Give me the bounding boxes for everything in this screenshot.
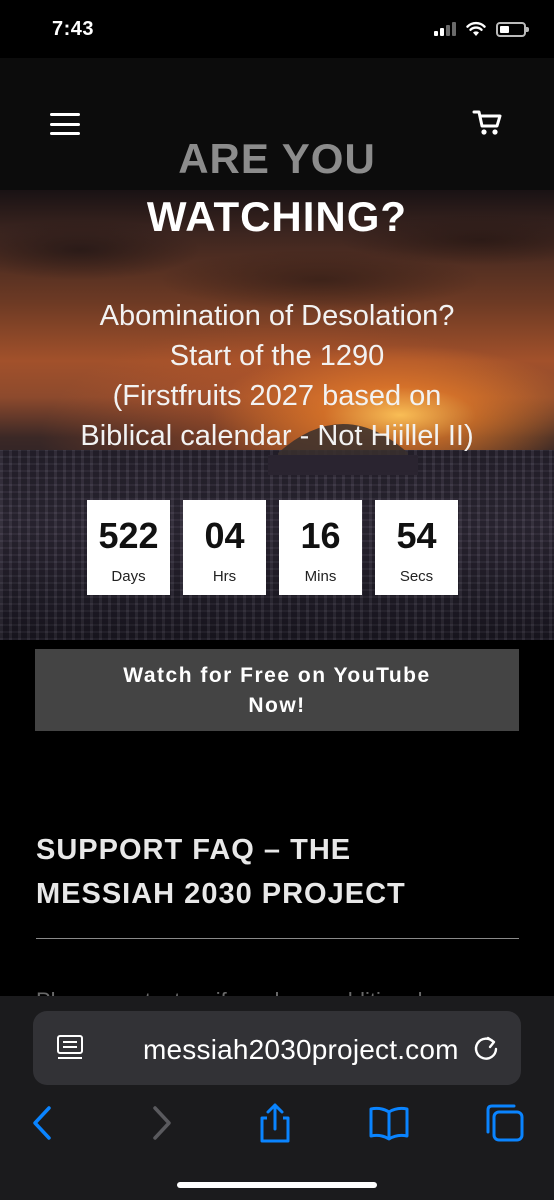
countdown-hours: 04 Hrs <box>183 500 266 595</box>
countdown-label: Secs <box>399 568 434 585</box>
countdown-value: 04 <box>204 515 245 556</box>
cta-label-line2: Now! <box>248 694 306 717</box>
status-bar: 7:43 <box>0 0 554 58</box>
tabs-icon[interactable] <box>484 1102 526 1144</box>
faq-heading-line2: MESSIAH 2030 PROJECT <box>36 878 406 910</box>
hero-title-line1: ARE YOU <box>178 135 376 182</box>
cellular-signal-icon <box>434 22 456 36</box>
hero-subtitle-line: Biblical calendar - Not Hiillel II) <box>80 420 474 452</box>
countdown-label: Days <box>111 568 146 585</box>
browser-toolbar: messiah2030project.com <box>0 996 554 1200</box>
status-icons <box>434 21 529 37</box>
countdown-timer: 522 Days 04 Hrs 16 Mins 54 Secs <box>87 500 458 595</box>
countdown-value: 16 <box>300 515 341 556</box>
faq-heading-line1: SUPPORT FAQ – THE <box>36 834 352 866</box>
page-menu-icon[interactable] <box>55 1033 85 1063</box>
forward-icon[interactable] <box>140 1102 182 1144</box>
home-indicator <box>177 1182 377 1188</box>
bookmarks-icon[interactable] <box>368 1102 410 1144</box>
wifi-icon <box>466 21 486 36</box>
faq-heading: SUPPORT FAQ – THE MESSIAH 2030 PROJECT <box>36 828 496 916</box>
share-icon[interactable] <box>254 1102 296 1144</box>
faq-divider <box>36 938 519 939</box>
hamburger-menu-icon[interactable] <box>50 113 80 135</box>
hero-subtitle-line: Abomination of Desolation? <box>99 300 455 332</box>
hero-subtitle-line: (Firstfruits 2027 based on <box>112 380 442 412</box>
shopping-cart-icon[interactable] <box>472 108 504 138</box>
cta-label-line1: Watch for Free on YouTube <box>123 664 431 687</box>
countdown-seconds: 54 Secs <box>375 500 458 595</box>
watch-youtube-button[interactable]: Watch for Free on YouTube Now! <box>35 649 519 731</box>
countdown-days: 522 Days <box>87 500 170 595</box>
status-time: 7:43 <box>52 18 95 40</box>
countdown-value: 54 <box>396 515 437 556</box>
hero-subtitle-line: Start of the 1290 <box>169 340 385 372</box>
hero-title-line2: WATCHING? <box>146 193 408 240</box>
countdown-minutes: 16 Mins <box>279 500 362 595</box>
hero-subtitle: Abomination of Desolation? Start of the … <box>30 296 524 456</box>
address-bar[interactable]: messiah2030project.com <box>33 1011 521 1085</box>
battery-icon <box>496 21 529 37</box>
countdown-label: Mins <box>304 568 337 585</box>
countdown-value: 522 <box>98 515 159 556</box>
back-icon[interactable] <box>22 1102 64 1144</box>
countdown-label: Hrs <box>212 568 237 585</box>
url-text: messiah2030project.com <box>143 1034 459 1065</box>
reload-icon[interactable] <box>471 1033 501 1063</box>
